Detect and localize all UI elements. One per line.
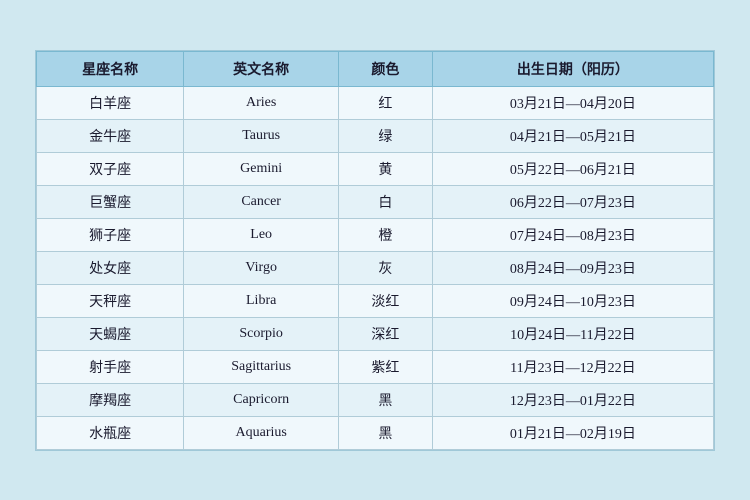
cell-english-name: Aquarius	[184, 416, 339, 449]
header-chinese-name: 星座名称	[37, 51, 184, 86]
table-body: 白羊座Aries红03月21日—04月20日金牛座Taurus绿04月21日—0…	[37, 86, 714, 449]
cell-chinese-name: 处女座	[37, 251, 184, 284]
cell-color: 橙	[339, 218, 433, 251]
cell-english-name: Leo	[184, 218, 339, 251]
cell-english-name: Aries	[184, 86, 339, 119]
cell-chinese-name: 白羊座	[37, 86, 184, 119]
cell-chinese-name: 射手座	[37, 350, 184, 383]
table-row: 水瓶座Aquarius黑01月21日—02月19日	[37, 416, 714, 449]
cell-color: 深红	[339, 317, 433, 350]
header-dates: 出生日期（阳历）	[432, 51, 713, 86]
zodiac-table-container: 星座名称 英文名称 颜色 出生日期（阳历） 白羊座Aries红03月21日—04…	[35, 50, 715, 451]
cell-color: 黑	[339, 416, 433, 449]
cell-chinese-name: 水瓶座	[37, 416, 184, 449]
cell-english-name: Cancer	[184, 185, 339, 218]
table-row: 金牛座Taurus绿04月21日—05月21日	[37, 119, 714, 152]
cell-dates: 01月21日—02月19日	[432, 416, 713, 449]
cell-dates: 12月23日—01月22日	[432, 383, 713, 416]
cell-dates: 10月24日—11月22日	[432, 317, 713, 350]
table-row: 白羊座Aries红03月21日—04月20日	[37, 86, 714, 119]
cell-color: 灰	[339, 251, 433, 284]
cell-english-name: Taurus	[184, 119, 339, 152]
cell-dates: 08月24日—09月23日	[432, 251, 713, 284]
cell-color: 黄	[339, 152, 433, 185]
cell-chinese-name: 狮子座	[37, 218, 184, 251]
cell-chinese-name: 金牛座	[37, 119, 184, 152]
cell-color: 黑	[339, 383, 433, 416]
table-row: 摩羯座Capricorn黑12月23日—01月22日	[37, 383, 714, 416]
cell-dates: 09月24日—10月23日	[432, 284, 713, 317]
cell-dates: 03月21日—04月20日	[432, 86, 713, 119]
cell-chinese-name: 天蝎座	[37, 317, 184, 350]
cell-english-name: Libra	[184, 284, 339, 317]
cell-english-name: Sagittarius	[184, 350, 339, 383]
header-english-name: 英文名称	[184, 51, 339, 86]
cell-color: 淡红	[339, 284, 433, 317]
zodiac-table: 星座名称 英文名称 颜色 出生日期（阳历） 白羊座Aries红03月21日—04…	[36, 51, 714, 450]
cell-dates: 05月22日—06月21日	[432, 152, 713, 185]
table-row: 天蝎座Scorpio深红10月24日—11月22日	[37, 317, 714, 350]
cell-english-name: Capricorn	[184, 383, 339, 416]
table-row: 狮子座Leo橙07月24日—08月23日	[37, 218, 714, 251]
table-row: 双子座Gemini黄05月22日—06月21日	[37, 152, 714, 185]
cell-color: 红	[339, 86, 433, 119]
cell-chinese-name: 双子座	[37, 152, 184, 185]
table-row: 巨蟹座Cancer白06月22日—07月23日	[37, 185, 714, 218]
cell-chinese-name: 天秤座	[37, 284, 184, 317]
cell-dates: 04月21日—05月21日	[432, 119, 713, 152]
cell-english-name: Scorpio	[184, 317, 339, 350]
cell-color: 绿	[339, 119, 433, 152]
cell-dates: 07月24日—08月23日	[432, 218, 713, 251]
cell-dates: 11月23日—12月22日	[432, 350, 713, 383]
cell-english-name: Virgo	[184, 251, 339, 284]
cell-dates: 06月22日—07月23日	[432, 185, 713, 218]
cell-chinese-name: 巨蟹座	[37, 185, 184, 218]
header-color: 颜色	[339, 51, 433, 86]
table-row: 射手座Sagittarius紫红11月23日—12月22日	[37, 350, 714, 383]
cell-english-name: Gemini	[184, 152, 339, 185]
table-row: 处女座Virgo灰08月24日—09月23日	[37, 251, 714, 284]
cell-chinese-name: 摩羯座	[37, 383, 184, 416]
table-header-row: 星座名称 英文名称 颜色 出生日期（阳历）	[37, 51, 714, 86]
cell-color: 紫红	[339, 350, 433, 383]
table-row: 天秤座Libra淡红09月24日—10月23日	[37, 284, 714, 317]
cell-color: 白	[339, 185, 433, 218]
